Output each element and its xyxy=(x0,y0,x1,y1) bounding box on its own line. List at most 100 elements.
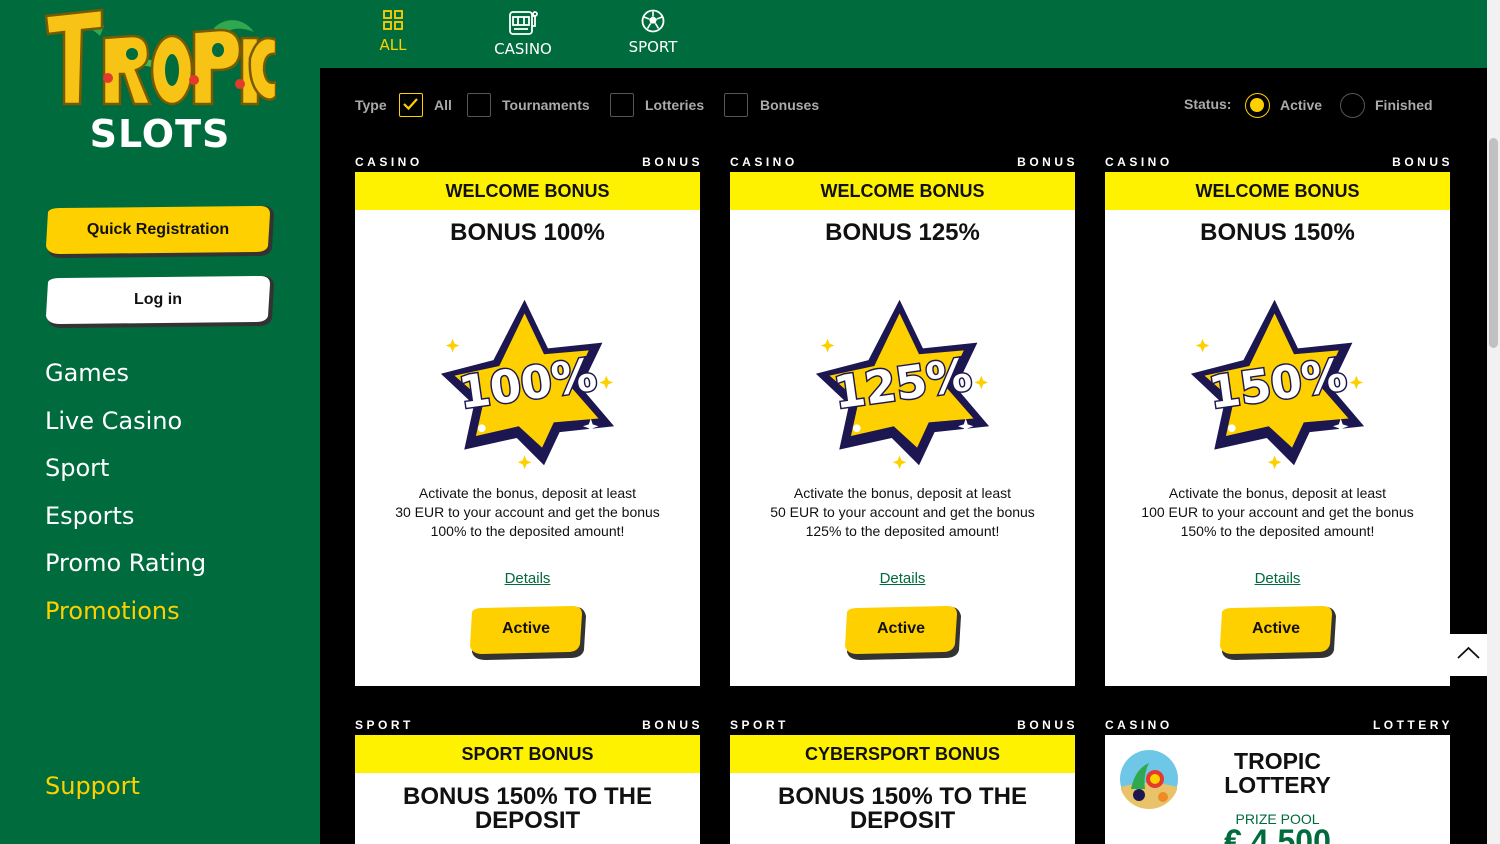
card-tags: CASINO LOTTERY xyxy=(1105,711,1450,735)
logo[interactable]: SLOTS xyxy=(44,8,276,156)
card-description: Activate the bonus, deposit at least 100… xyxy=(1125,484,1430,541)
quick-registration-label: Quick Registration xyxy=(86,221,230,238)
type-lotteries-label[interactable]: Lotteries xyxy=(645,97,704,113)
card-tags: CASINO BONUS xyxy=(1105,148,1450,172)
card-title: BONUS 125% xyxy=(825,219,980,246)
card-kind: BONUS xyxy=(642,155,703,169)
card-category: CASINO xyxy=(1105,718,1173,732)
status-finished-label[interactable]: Finished xyxy=(1375,97,1433,113)
grid-icon xyxy=(383,10,403,30)
type-lotteries-checkbox[interactable] xyxy=(610,93,634,117)
status-active-radio[interactable] xyxy=(1245,93,1270,118)
active-button-label: Active xyxy=(1251,620,1301,637)
active-button-label: Active xyxy=(876,620,926,637)
sidebar-item-sport[interactable]: Sport xyxy=(45,451,206,499)
type-tournaments-checkbox[interactable] xyxy=(467,93,491,117)
card-description: Activate the bonus, deposit at least 30 … xyxy=(375,484,680,541)
active-button[interactable]: Active xyxy=(845,606,961,660)
card-title-line: BONUS 150% TO THE xyxy=(778,783,1027,810)
details-link[interactable]: Details xyxy=(730,570,1075,587)
check-icon xyxy=(403,98,418,111)
type-tournaments-label[interactable]: Tournaments xyxy=(502,97,590,113)
bonus-star-image: 150% xyxy=(1190,299,1365,470)
active-button[interactable]: Active xyxy=(1220,606,1336,660)
sidebar-item-promotions[interactable]: Promotions xyxy=(45,594,206,642)
login-button[interactable]: Log in xyxy=(46,276,274,328)
support-link[interactable]: Support xyxy=(45,772,140,800)
card-description: Activate the bonus, deposit at least 50 … xyxy=(750,484,1055,541)
card-description-line: 150% to the deposited amount! xyxy=(1180,523,1375,539)
details-link[interactable]: Details xyxy=(355,570,700,587)
card-category: SPORT xyxy=(730,718,789,732)
card-tags: CASINO BONUS xyxy=(730,148,1075,172)
tab-casino-label: CASINO xyxy=(494,40,552,58)
status-finished-radio[interactable] xyxy=(1340,93,1365,118)
card-title-line: DEPOSIT xyxy=(474,807,581,834)
filters-bar: Type All Tournaments Lotteries Bonuses S… xyxy=(320,68,1487,144)
active-button-label: Active xyxy=(501,620,551,637)
promo-card: CASINO BONUS WELCOME BONUS BONUS 125% 12… xyxy=(730,148,1075,686)
scrollbar-thumb[interactable] xyxy=(1489,138,1498,348)
type-all-checkbox[interactable] xyxy=(399,93,423,117)
card-header: WELCOME BONUS xyxy=(355,172,700,210)
card-kind: BONUS xyxy=(1392,155,1453,169)
card-title: BONUS 150% xyxy=(1200,219,1355,246)
card-body: TROPIC LOTTERY PRIZE POOL € 4 500 xyxy=(1105,735,1450,844)
card-title-line: BONUS 150% TO THE xyxy=(403,783,652,810)
tab-all[interactable]: ALL xyxy=(343,8,443,64)
tab-casino[interactable]: CASINO xyxy=(473,8,573,64)
card-kind: BONUS xyxy=(1017,718,1078,732)
tab-sport-label: SPORT xyxy=(628,38,678,56)
active-button[interactable]: Active xyxy=(470,606,586,660)
card-header: SPORT BONUS xyxy=(355,735,700,773)
type-bonuses-label[interactable]: Bonuses xyxy=(760,97,819,113)
promo-card: CASINO BONUS WELCOME BONUS BONUS 150% 15… xyxy=(1105,148,1450,686)
card-description-line: Activate the bonus, deposit at least xyxy=(418,485,637,501)
card-description-line: 30 EUR to your account and get the bonus xyxy=(395,504,660,520)
lottery-card: CASINO LOTTERY TROPIC LOTTERY PRIZE POOL… xyxy=(1105,711,1450,844)
card-header: WELCOME BONUS xyxy=(1105,172,1450,210)
page-scrollbar[interactable] xyxy=(1487,0,1500,844)
card-tags: SPORT BONUS xyxy=(355,711,700,735)
status-active-label[interactable]: Active xyxy=(1280,97,1322,113)
card-category: SPORT xyxy=(355,718,414,732)
sidebar: SLOTS Quick Registration Log in Games Li… xyxy=(0,0,320,844)
card-header: CYBERSPORT BONUS xyxy=(730,735,1075,773)
type-all-label[interactable]: All xyxy=(434,97,452,113)
card-body: CYBERSPORT BONUS BONUS 150% TO THE DEPOS… xyxy=(730,735,1075,844)
card-header: WELCOME BONUS xyxy=(730,172,1075,210)
type-label: Type xyxy=(355,97,387,113)
card-tags: CASINO BONUS xyxy=(355,148,700,172)
promo-card: SPORT BONUS CYBERSPORT BONUS BONUS 150% … xyxy=(730,711,1075,844)
card-description-line: 100 EUR to your account and get the bonu… xyxy=(1141,504,1414,520)
card-body: WELCOME BONUS BONUS 100% 100% Activate t… xyxy=(355,172,700,686)
sidebar-item-games[interactable]: Games xyxy=(45,356,206,404)
details-link[interactable]: Details xyxy=(1105,570,1450,587)
card-title: BONUS 150% TO THE DEPOSIT xyxy=(730,785,1075,833)
sidebar-item-esports[interactable]: Esports xyxy=(45,499,206,547)
card-body: SPORT BONUS BONUS 150% TO THE DEPOSIT xyxy=(355,735,700,844)
soccer-ball-icon xyxy=(641,9,665,33)
type-bonuses-checkbox[interactable] xyxy=(724,93,748,117)
card-body: WELCOME BONUS BONUS 150% 150% Activate t… xyxy=(1105,172,1450,686)
prize-pool-value: € 4 500 xyxy=(1224,823,1331,844)
sidebar-item-live-casino[interactable]: Live Casino xyxy=(45,404,206,452)
top-nav: ALL CASINO SPORT xyxy=(320,0,1487,68)
lottery-title-line: LOTTERY xyxy=(1224,772,1331,798)
slot-machine-icon xyxy=(509,11,538,35)
scroll-to-top-button[interactable] xyxy=(1450,634,1487,676)
promo-card: SPORT BONUS SPORT BONUS BONUS 150% TO TH… xyxy=(355,711,700,844)
card-description-line: 50 EUR to your account and get the bonus xyxy=(770,504,1035,520)
card-kind: BONUS xyxy=(642,718,703,732)
card-category: CASINO xyxy=(730,155,798,169)
card-description-line: Activate the bonus, deposit at least xyxy=(1168,485,1387,501)
tab-sport[interactable]: SPORT xyxy=(603,8,703,64)
card-title: BONUS 150% TO THE DEPOSIT xyxy=(355,785,700,833)
card-body: WELCOME BONUS BONUS 125% 125% Activate t… xyxy=(730,172,1075,686)
status-label: Status: xyxy=(1184,96,1232,112)
card-category: CASINO xyxy=(1105,155,1173,169)
chevron-up-icon xyxy=(1457,646,1480,659)
quick-registration-button[interactable]: Quick Registration xyxy=(46,206,274,258)
card-title: BONUS 100% xyxy=(450,219,605,246)
sidebar-item-promo-rating[interactable]: Promo Rating xyxy=(45,546,206,594)
